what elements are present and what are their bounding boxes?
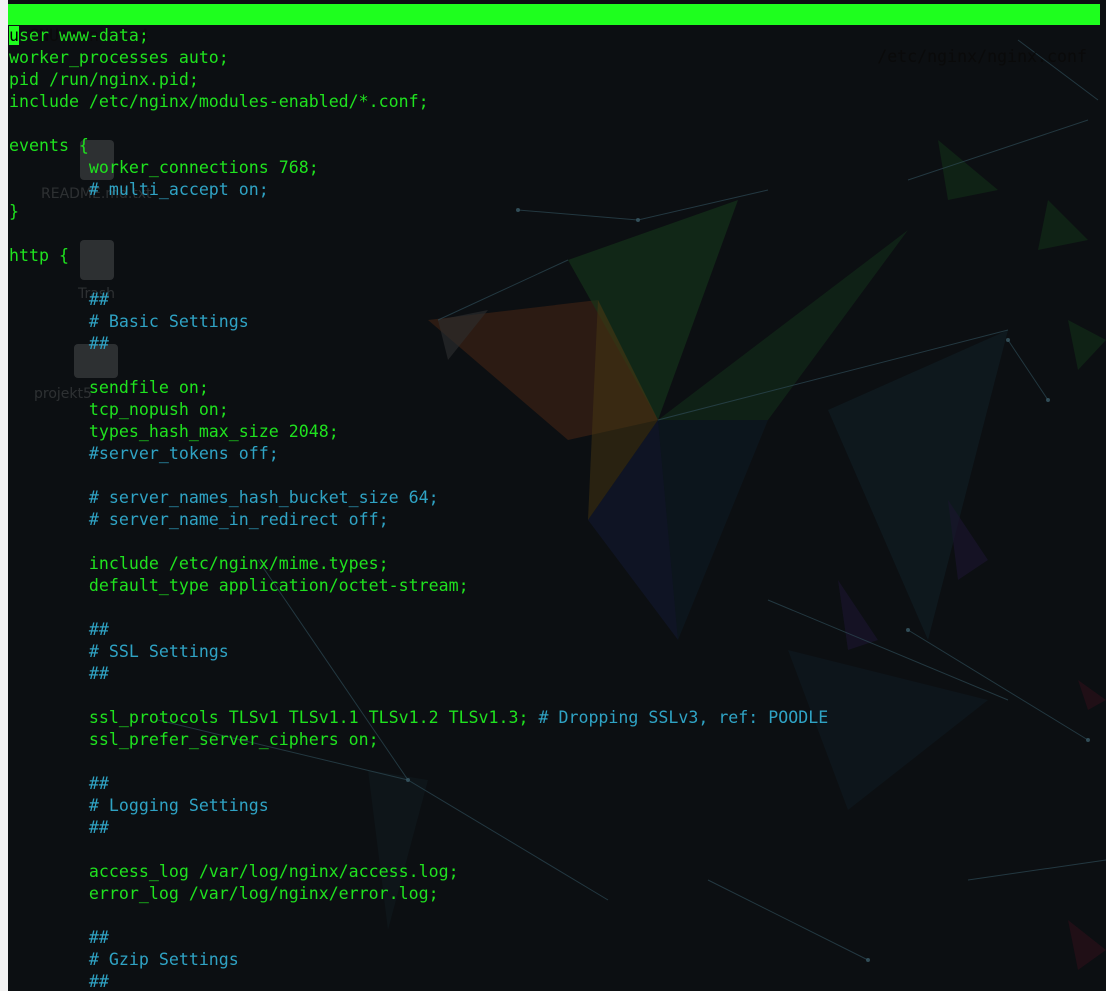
- code-line[interactable]: sendfile on;: [9, 377, 1099, 399]
- comment-line[interactable]: # Basic Settings: [9, 311, 1099, 333]
- nano-editor-window[interactable]: GNU nano 5.4 /etc/nginx/nginx.conf user …: [8, 0, 1106, 991]
- line-text: ser www-data;: [19, 26, 149, 45]
- line-text: error_log /var/log/nginx/error.log;: [9, 884, 439, 903]
- code-line[interactable]: http {: [9, 245, 1099, 267]
- line-text: }: [9, 202, 19, 221]
- comment-line[interactable]: ##: [9, 333, 1099, 355]
- code-line[interactable]: types_hash_max_size 2048;: [9, 421, 1099, 443]
- text-editor-area[interactable]: user www-data; worker_processes auto; pid …: [9, 25, 1099, 991]
- code-line[interactable]: [9, 223, 1099, 245]
- code-line[interactable]: [9, 531, 1099, 553]
- comment-line[interactable]: # server_name_in_redirect off;: [9, 509, 1099, 531]
- comment-line[interactable]: ##: [9, 773, 1099, 795]
- line-text: pid /run/nginx.pid;: [9, 70, 199, 89]
- line-text: access_log /var/log/nginx/access.log;: [9, 862, 459, 881]
- line-text: # Gzip Settings: [9, 950, 239, 969]
- code-line[interactable]: tcp_nopush on;: [9, 399, 1099, 421]
- line-text: #server_tokens off;: [9, 444, 279, 463]
- code-line[interactable]: [9, 465, 1099, 487]
- code-line[interactable]: include /etc/nginx/modules-enabled/*.con…: [9, 91, 1099, 113]
- comment-line[interactable]: ##: [9, 927, 1099, 949]
- line-text: # Basic Settings: [9, 312, 249, 331]
- comment-line[interactable]: ##: [9, 289, 1099, 311]
- code-line[interactable]: error_log /var/log/nginx/error.log;: [9, 883, 1099, 905]
- comment-line[interactable]: # SSL Settings: [9, 641, 1099, 663]
- comment-line[interactable]: ##: [9, 971, 1099, 991]
- inline-comment: # Dropping SSLv3, ref: POODLE: [528, 708, 829, 727]
- line-text: ssl_protocols TLSv1 TLSv1.1 TLSv1.2 TLSv…: [9, 708, 529, 727]
- line-text: include /etc/nginx/modules-enabled/*.con…: [9, 92, 429, 111]
- code-line[interactable]: ssl_protocols TLSv1 TLSv1.1 TLSv1.2 TLSv…: [9, 707, 1099, 729]
- code-line[interactable]: include /etc/nginx/mime.types;: [9, 553, 1099, 575]
- line-text: ##: [9, 928, 109, 947]
- code-line[interactable]: }: [9, 201, 1099, 223]
- line-text: worker_connections 768;: [9, 158, 319, 177]
- code-line[interactable]: [9, 905, 1099, 927]
- line-text: # server_name_in_redirect off;: [9, 510, 389, 529]
- line-text: ##: [9, 334, 109, 353]
- code-line[interactable]: events {: [9, 135, 1099, 157]
- desktop-screen: README.md.txt Trash projekt5 GNU nano 5.…: [0, 0, 1106, 991]
- comment-line[interactable]: # Logging Settings: [9, 795, 1099, 817]
- code-line[interactable]: [9, 751, 1099, 773]
- line-text: ##: [9, 290, 109, 309]
- line-text: # multi_accept on;: [9, 180, 269, 199]
- comment-line[interactable]: # server_names_hash_bucket_size 64;: [9, 487, 1099, 509]
- comment-line[interactable]: ##: [9, 817, 1099, 839]
- code-line[interactable]: pid /run/nginx.pid;: [9, 69, 1099, 91]
- code-line[interactable]: access_log /var/log/nginx/access.log;: [9, 861, 1099, 883]
- text-cursor: u: [9, 26, 19, 45]
- line-text: types_hash_max_size 2048;: [9, 422, 339, 441]
- code-line[interactable]: default_type application/octet-stream;: [9, 575, 1099, 597]
- window-border: [0, 0, 8, 991]
- comment-line[interactable]: #server_tokens off;: [9, 443, 1099, 465]
- code-line[interactable]: [9, 597, 1099, 619]
- code-line[interactable]: [9, 355, 1099, 377]
- line-text: http {: [9, 246, 69, 265]
- comment-line[interactable]: # Gzip Settings: [9, 949, 1099, 971]
- line-text: ssl_prefer_server_ciphers on;: [9, 730, 379, 749]
- code-line[interactable]: ssl_prefer_server_ciphers on;: [9, 729, 1099, 751]
- code-line[interactable]: worker_connections 768;: [9, 157, 1099, 179]
- line-text: worker_processes auto;: [9, 48, 229, 67]
- code-line[interactable]: [9, 267, 1099, 289]
- comment-line[interactable]: ##: [9, 663, 1099, 685]
- comment-line[interactable]: # multi_accept on;: [9, 179, 1099, 201]
- line-text: tcp_nopush on;: [9, 400, 229, 419]
- line-text: ##: [9, 620, 109, 639]
- line-text: # Logging Settings: [9, 796, 269, 815]
- line-text: ##: [9, 818, 109, 837]
- comment-line[interactable]: ##: [9, 619, 1099, 641]
- code-line[interactable]: worker_processes auto;: [9, 47, 1099, 69]
- code-line[interactable]: [9, 685, 1099, 707]
- line-text: # server_names_hash_bucket_size 64;: [9, 488, 439, 507]
- line-text: ##: [9, 664, 109, 683]
- line-text: include /etc/nginx/mime.types;: [9, 554, 389, 573]
- code-line[interactable]: [9, 113, 1099, 135]
- line-text: ##: [9, 774, 109, 793]
- line-text: sendfile on;: [9, 378, 209, 397]
- line-text: events {: [9, 136, 89, 155]
- line-text: default_type application/octet-stream;: [9, 576, 469, 595]
- line-text: ##: [9, 972, 109, 991]
- code-line[interactable]: [9, 839, 1099, 861]
- code-line[interactable]: user www-data;: [9, 25, 1099, 47]
- nano-title-bar: GNU nano 5.4 /etc/nginx/nginx.conf: [8, 4, 1100, 66]
- line-text: # SSL Settings: [9, 642, 229, 661]
